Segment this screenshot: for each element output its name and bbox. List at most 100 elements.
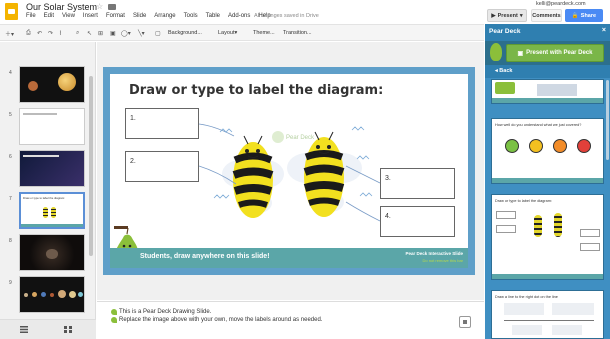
thumb-title: Draw or type to label the diagram:: [23, 196, 65, 200]
present-button[interactable]: ▶ Present ▾: [487, 9, 527, 22]
slide-thumbnail-9[interactable]: [19, 276, 85, 313]
thumb-footer: [21, 224, 83, 227]
slide-filmstrip[interactable]: 4 5 6 7 Draw or type to label the diagra…: [0, 42, 96, 339]
pear-deck-slide-card[interactable]: [491, 79, 604, 104]
slide-thumbnail-5[interactable]: [19, 108, 85, 145]
paint-format-icon[interactable]: ⌇: [59, 28, 62, 38]
pear-deck-slide-card[interactable]: Draw or type to label the diagram:: [491, 194, 604, 280]
card-text-box: [504, 303, 544, 315]
card-title: How well do you understand what we just …: [495, 123, 582, 127]
menu-edit[interactable]: Edit: [44, 13, 54, 19]
pear-deck-action-bar: ▣ Present with Pear Deck: [485, 41, 610, 65]
notes-expand-button[interactable]: [459, 316, 471, 328]
grid-view-icon[interactable]: [64, 326, 72, 333]
comments-button[interactable]: Comments: [531, 9, 562, 22]
footer-instruction: Students, draw anywhere on this slide!: [140, 253, 270, 260]
present-icon: ▶: [491, 12, 496, 19]
theme-button[interactable]: Theme...: [253, 28, 275, 38]
undo-icon[interactable]: ↶: [37, 28, 42, 38]
slide-number: 4: [9, 70, 12, 76]
close-icon[interactable]: ×: [602, 27, 606, 34]
slide-number: 6: [9, 154, 12, 160]
redo-icon[interactable]: ↷: [48, 28, 53, 38]
pear-deck-watermark: Pear Deck: [286, 135, 315, 141]
text-placeholder: [23, 155, 59, 157]
menu-addons[interactable]: Add-ons: [228, 13, 250, 19]
background-button[interactable]: Background...: [168, 28, 202, 38]
squiggle-mark: [359, 192, 373, 197]
layout-button[interactable]: Layout ▾: [218, 28, 237, 38]
menu-arrange[interactable]: Arrange: [154, 13, 175, 19]
pear-deck-title: Pear Deck: [489, 28, 521, 35]
menu-insert[interactable]: Insert: [83, 13, 98, 19]
planet-image: [78, 292, 83, 297]
folder-icon[interactable]: [108, 4, 116, 10]
document-title[interactable]: Our Solar System: [26, 2, 97, 12]
bee-image: [534, 215, 542, 237]
slides-logo-icon[interactable]: [5, 3, 18, 20]
text-placeholder: [23, 113, 57, 115]
menu-view[interactable]: View: [62, 13, 75, 19]
select-icon[interactable]: ↖: [87, 28, 92, 38]
slide-thumbnail-8[interactable]: [19, 234, 85, 271]
card-label-box: [496, 225, 516, 233]
menu-table[interactable]: Table: [206, 13, 220, 19]
squiggle-mark: [356, 155, 370, 160]
notes-line-2[interactable]: Replace the image above with your own, m…: [111, 317, 322, 323]
notes-line-1[interactable]: This is a Pear Deck Drawing Slide.: [111, 309, 211, 315]
planet-image: [28, 81, 38, 91]
squiggle-mark: [351, 126, 365, 131]
bee-left-image: [232, 135, 274, 218]
list-view-icon[interactable]: [20, 326, 28, 333]
menu-slide[interactable]: Slide: [133, 13, 146, 19]
planet-image: [69, 291, 76, 298]
planet-image: [58, 290, 66, 298]
textbox-icon[interactable]: ⊞: [98, 28, 103, 38]
chevron-down-icon[interactable]: ▾: [520, 13, 523, 19]
share-button[interactable]: 🔒 Share: [565, 9, 603, 22]
pear-deck-slide-card[interactable]: How well do you understand what we just …: [491, 118, 604, 184]
footer-interactive-label: Pear Deck Interactive Slide: [405, 251, 463, 256]
menu-file[interactable]: File: [26, 13, 36, 19]
print-icon[interactable]: ⎙: [26, 28, 31, 38]
menu-format[interactable]: Format: [106, 13, 125, 19]
card-image: [537, 84, 577, 96]
card-text-box: [552, 303, 594, 315]
line-icon[interactable]: ╲▾: [138, 28, 145, 38]
pear-icon: [111, 317, 117, 323]
image-icon[interactable]: ▣: [110, 28, 116, 38]
card-label-box: [580, 229, 600, 237]
shape-icon[interactable]: ◯▾: [121, 28, 131, 38]
present-label: Present: [497, 12, 518, 19]
slide-thumbnail-6[interactable]: [19, 150, 85, 187]
pear-icon: [111, 309, 117, 315]
panel-scrollbar[interactable]: [606, 80, 609, 160]
save-status[interactable]: All changes saved in Drive: [254, 13, 319, 19]
leader-line: [198, 123, 235, 137]
back-button[interactable]: ◂ Back: [485, 65, 610, 78]
filmstrip-scrollbar[interactable]: [89, 76, 93, 256]
menu-tools[interactable]: Tools: [184, 13, 198, 19]
diagram-drawing[interactable]: Pear Deck: [110, 74, 468, 268]
bee-image: [43, 207, 48, 218]
new-slide-icon[interactable]: ＋▾: [5, 28, 14, 38]
card-footer: [492, 98, 603, 103]
slide-number: 7: [9, 196, 12, 202]
slide-number: 5: [9, 112, 12, 118]
slide-thumbnail-4[interactable]: [19, 66, 85, 103]
account-email[interactable]: kelli@peardeck.com: [536, 1, 586, 7]
present-with-pear-deck-button[interactable]: ▣ Present with Pear Deck: [506, 44, 604, 62]
pear-deck-slide-card[interactable]: Draw a line to the right dot on the line: [491, 290, 604, 339]
squiggle-mark: [219, 128, 233, 133]
speaker-notes[interactable]: This is a Pear Deck Drawing Slide. Repla…: [97, 301, 484, 339]
star-icon[interactable]: ☆: [96, 2, 103, 11]
card-label-box: [580, 243, 600, 251]
pear-deck-header: Pear Deck ×: [485, 24, 610, 41]
slide-editor[interactable]: Draw or type to label the diagram: 1. 2.…: [103, 67, 475, 275]
presentation-icon: ▣: [517, 50, 524, 57]
planet-image: [50, 293, 54, 297]
transition-button[interactable]: Transition...: [283, 28, 312, 38]
slide-thumbnail-7[interactable]: Draw or type to label the diagram:: [19, 192, 85, 229]
comment-add-icon[interactable]: ▢: [155, 28, 161, 38]
zoom-icon[interactable]: ⌕: [76, 28, 79, 38]
